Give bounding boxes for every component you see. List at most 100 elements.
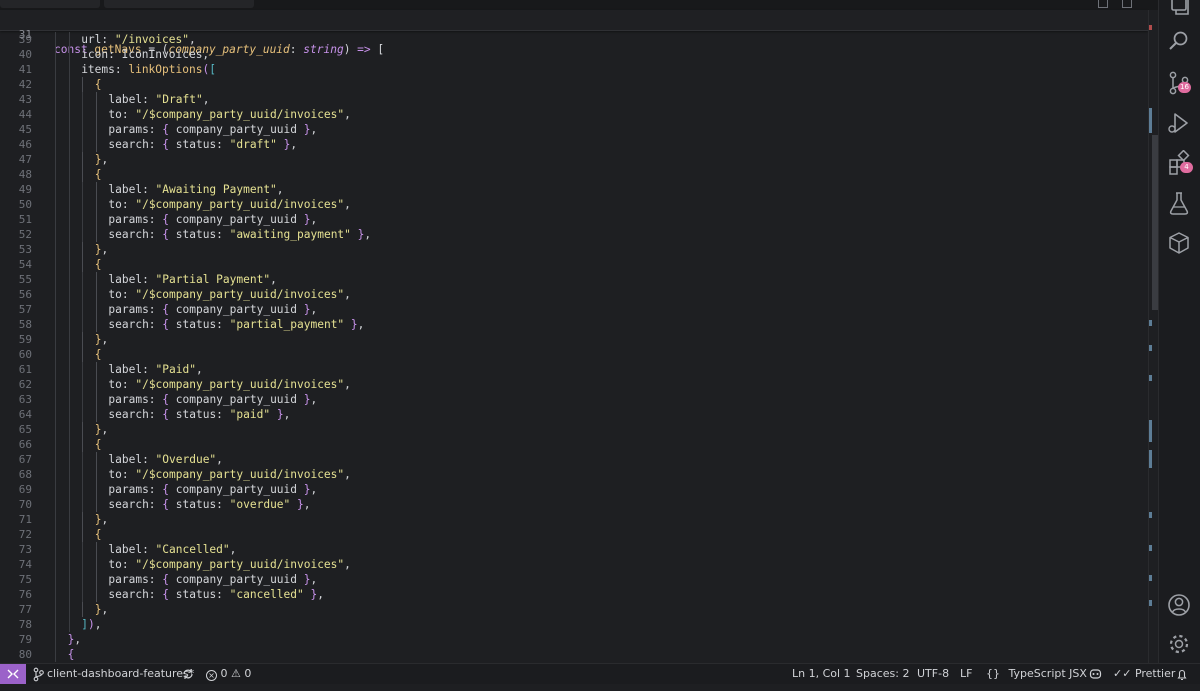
code-row[interactable]: 58 search: { status: "partial_payment" },	[0, 317, 1148, 332]
end-of-line[interactable]: LF	[960, 664, 972, 684]
indent-guide	[55, 497, 56, 512]
gear-icon[interactable]	[1166, 631, 1192, 657]
code-row[interactable]: 39 url: "/invoices",	[0, 32, 1148, 47]
code-row[interactable]: 67 label: "Overdue",	[0, 452, 1148, 467]
encoding[interactable]: UTF-8	[917, 664, 949, 684]
code-row[interactable]: 68 to: "/$company_party_uuid/invoices",	[0, 467, 1148, 482]
code-row[interactable]: 57 params: { company_party_uuid },	[0, 302, 1148, 317]
code-token: }	[94, 423, 102, 436]
code-row[interactable]: 51 params: { company_party_uuid },	[0, 212, 1148, 227]
sticky-scroll-header[interactable]: 31 const getNavs = (company_party_uuid: …	[0, 10, 1148, 56]
line-number: 60	[18, 348, 32, 361]
problems-indicator[interactable]: × 0 ⚠ 0	[206, 664, 251, 684]
code-row[interactable]: 71},	[0, 512, 1148, 527]
account-icon[interactable]	[1166, 592, 1192, 618]
code-token: }	[350, 318, 358, 331]
code-row[interactable]: 56 to: "/$company_party_uuid/invoices",	[0, 287, 1148, 302]
scrollbar-marker	[1149, 545, 1152, 551]
code-row[interactable]: 44 to: "/$company_party_uuid/invoices",	[0, 107, 1148, 122]
code-row[interactable]: 54 {	[0, 257, 1148, 272]
code-row[interactable]: 40 icon: IconInvoices,	[0, 47, 1148, 62]
code-row[interactable]: 73 label: "Cancelled",	[0, 542, 1148, 557]
code-token: "Draft"	[155, 93, 203, 106]
code-line: params: { company_party_uuid },	[108, 572, 317, 587]
testing-icon[interactable]	[1166, 190, 1192, 216]
code-row[interactable]: 55 label: "Partial Payment",	[0, 272, 1148, 287]
code-line: to: "/$company_party_uuid/invoices",	[108, 197, 351, 212]
copy-icon[interactable]	[1166, 0, 1192, 26]
indentation[interactable]: Spaces: 2	[856, 664, 909, 684]
code-token: ,	[216, 453, 223, 466]
code-row[interactable]: 47},	[0, 152, 1148, 167]
line-number: 75	[18, 573, 32, 586]
code-row[interactable]: 66 {	[0, 437, 1148, 452]
code-row[interactable]: 80 {	[0, 647, 1148, 662]
code-token: company_party_uuid	[169, 303, 304, 316]
editor-tab[interactable]	[0, 0, 100, 8]
code-row[interactable]: 48 {	[0, 167, 1148, 182]
code-row[interactable]: 53},	[0, 242, 1148, 257]
split-editor-icon[interactable]	[1098, 0, 1108, 8]
indent-guide	[55, 377, 56, 392]
code-row[interactable]: 49 label: "Awaiting Payment",	[0, 182, 1148, 197]
code-row[interactable]: 50 to: "/$company_party_uuid/invoices",	[0, 197, 1148, 212]
code-token: {	[94, 528, 102, 541]
code-token: params:	[108, 483, 163, 496]
more-actions-icon[interactable]	[1122, 0, 1132, 8]
editor-tab[interactable]	[104, 0, 254, 8]
indent-guide	[95, 212, 97, 227]
code-row[interactable]: 41 items: linkOptions([	[0, 62, 1148, 77]
code-row[interactable]: 74 to: "/$company_party_uuid/invoices",	[0, 557, 1148, 572]
code-row[interactable]: 77},	[0, 602, 1148, 617]
indent-guide	[95, 497, 97, 512]
indent-guide	[95, 227, 97, 242]
code-row[interactable]: 52 search: { status: "awaiting_payment" }…	[0, 227, 1148, 242]
code-row[interactable]: 42 {	[0, 77, 1148, 92]
line-number: 57	[18, 303, 32, 316]
code-token: status:	[169, 498, 230, 511]
code-token: ,	[276, 183, 284, 196]
indent-guide	[82, 107, 84, 122]
code-row[interactable]: 46 search: { status: "draft" },	[0, 137, 1148, 152]
search-icon[interactable]	[1166, 28, 1192, 54]
code-line: search: { status: "draft" },	[108, 137, 297, 152]
notifications-icon[interactable]	[1176, 664, 1188, 684]
code-row[interactable]: 61 label: "Paid",	[0, 362, 1148, 377]
sync-icon[interactable]	[182, 664, 194, 684]
line-number: 50	[18, 198, 32, 211]
code-token: ,	[195, 363, 203, 376]
code-row[interactable]: 76 search: { status: "cancelled" },	[0, 587, 1148, 602]
code-token: "/$company_party_uuid/invoices"	[135, 558, 345, 571]
code-row[interactable]: 63 params: { company_party_uuid },	[0, 392, 1148, 407]
remote-indicator[interactable]	[0, 664, 26, 684]
code-row[interactable]: 72 {	[0, 527, 1148, 542]
indent-guide	[55, 107, 56, 122]
code-row[interactable]: 75 params: { company_party_uuid },	[0, 572, 1148, 587]
code-row[interactable]: 43 label: "Draft",	[0, 92, 1148, 107]
code-row[interactable]: 65},	[0, 422, 1148, 437]
run-debug-icon[interactable]	[1166, 110, 1192, 136]
code-row[interactable]: 78]),	[0, 617, 1148, 632]
package-icon[interactable]	[1166, 230, 1192, 256]
code-line: },	[95, 512, 109, 527]
scrollbar-marker	[1149, 575, 1152, 581]
indent-guide	[82, 452, 84, 467]
code-row[interactable]: 60 {	[0, 347, 1148, 362]
code-row[interactable]: 45 params: { company_party_uuid },	[0, 122, 1148, 137]
indent-guide	[82, 557, 84, 572]
code-row[interactable]: 62 to: "/$company_party_uuid/invoices",	[0, 377, 1148, 392]
code-editor[interactable]: 39 url: "/invoices", 40 icon: IconInvoices,…	[0, 30, 1148, 663]
indent-guide	[68, 452, 70, 467]
code-row[interactable]: 79},	[0, 632, 1148, 647]
code-row[interactable]: 70 search: { status: "overdue" },	[0, 497, 1148, 512]
branch-name[interactable]: client-dashboard-features*	[47, 664, 194, 684]
prettier-status[interactable]: ✓✓ Prettier	[1113, 664, 1175, 684]
copilot-icon[interactable]	[1089, 664, 1102, 684]
language-mode[interactable]: {} TypeScript JSX	[986, 664, 1087, 684]
code-row[interactable]: 64 search: { status: "paid" },	[0, 407, 1148, 422]
indent-guide	[55, 512, 56, 527]
cursor-position[interactable]: Ln 1, Col 1	[792, 664, 851, 684]
code-row[interactable]: 59},	[0, 332, 1148, 347]
code-token: "draft"	[229, 138, 277, 151]
code-row[interactable]: 69 params: { company_party_uuid },	[0, 482, 1148, 497]
